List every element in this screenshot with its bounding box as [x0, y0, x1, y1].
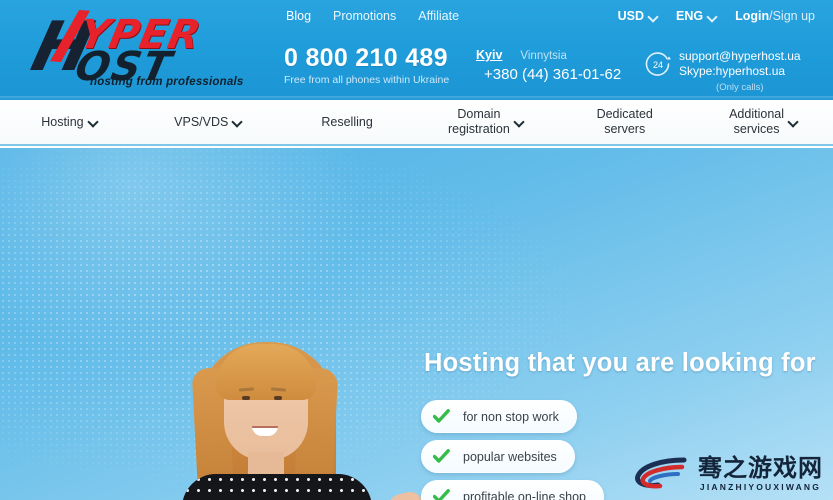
chevron-down-icon [515, 118, 524, 127]
nav-item-label: Additional services [729, 107, 784, 136]
nav-item-label: VPS/VDS [174, 114, 229, 129]
primary-navigation: Hosting VPS/VDS Reselling Domain registr… [0, 100, 833, 146]
toll-free-note: Free from all phones within Ukraine [284, 74, 450, 86]
person-dress-polkadots [182, 474, 372, 500]
check-icon [433, 409, 450, 423]
language-value: ENG [676, 9, 704, 23]
nav-item-additional-services[interactable]: Additional services [694, 107, 833, 137]
check-icon [433, 489, 450, 500]
person-eye-right [274, 396, 282, 400]
currency-value: USD [617, 9, 644, 23]
topnav-item-blog[interactable]: Blog [286, 9, 311, 23]
nav-item-label: Hosting [41, 114, 84, 129]
city-phone-block: Kyiv Vinnytsia +380 (44) 361-01-62 [476, 48, 621, 83]
top-right-controls: USD ENG Login/Sign up [618, 9, 815, 23]
currency-selector[interactable]: USD [618, 9, 658, 23]
nav-item-hosting[interactable]: Hosting [0, 115, 139, 130]
nav-item-vps-vds[interactable]: VPS/VDS [139, 115, 278, 130]
nav-item-label: Reselling [321, 114, 373, 129]
feature-pill: popular websites [421, 440, 575, 473]
check-icon [433, 449, 450, 463]
hero-banner: Hosting that you are looking for for non… [0, 148, 833, 500]
watermark: 骞之游戏网 JIANZHIYOUXIWANG [632, 454, 823, 492]
hero-person-image [160, 338, 455, 500]
toll-free-number[interactable]: 0 800 210 489 [284, 44, 449, 72]
auth-links[interactable]: Login/Sign up [735, 9, 815, 23]
topnav-item-promotions[interactable]: Promotions [333, 9, 396, 23]
watermark-chinese-text: 骞之游戏网 [698, 453, 823, 482]
feature-pill: profitable on-line shop [421, 480, 604, 500]
site-logo[interactable]: H YPER OST hosting from professionals [24, 8, 253, 94]
city-tab-kyiv[interactable]: Kyiv [476, 48, 502, 62]
watermark-latin-text: JIANZHIYOUXIWANG [699, 481, 822, 492]
person-eye-left [242, 396, 250, 400]
chevron-down-icon [649, 12, 658, 21]
login-link[interactable]: Login [735, 9, 769, 23]
support-lines: support@hyperhost.ua Skype:hyperhost.ua … [679, 49, 801, 95]
site-header: H YPER OST hosting from professionals Bl… [0, 0, 833, 100]
city-tab-vinnytsia[interactable]: Vinnytsia [520, 50, 566, 62]
toll-free-phone-block: 0 800 210 489 Free from all phones withi… [284, 44, 449, 86]
page-root: H YPER OST hosting from professionals Bl… [0, 0, 833, 500]
chevron-down-icon [708, 12, 717, 21]
feature-pill: for non stop work [421, 400, 577, 433]
top-utility-nav: Blog Promotions Affiliate [286, 9, 459, 23]
support-email[interactable]: support@hyperhost.ua [679, 49, 801, 64]
support-24h-icon: 24 [645, 52, 671, 76]
feature-label: for non stop work [463, 409, 559, 424]
chevron-down-icon [89, 118, 98, 127]
city-phone-number[interactable]: +380 (44) 361-01-62 [484, 66, 621, 83]
signup-link[interactable]: Sign up [773, 9, 815, 23]
nav-item-reselling[interactable]: Reselling [278, 115, 417, 130]
nav-item-label: Domain registration [447, 107, 510, 136]
support-skype-note: (Only calls) [716, 82, 764, 93]
hero-headline: Hosting that you are looking for [424, 349, 816, 377]
hero-glow-overlay [0, 148, 833, 500]
support-skype[interactable]: Skype:hyperhost.ua [679, 64, 801, 79]
hero-feature-1: for non stop work [421, 400, 577, 433]
city-tabs: Kyiv Vinnytsia [476, 48, 621, 62]
hero-feature-3: profitable on-line shop [421, 480, 604, 500]
nav-item-domain-registration[interactable]: Domain registration [416, 107, 555, 137]
language-selector[interactable]: ENG [676, 9, 717, 23]
nav-item-label: Dedicated servers [596, 107, 653, 136]
nav-item-dedicated-servers[interactable]: Dedicated servers [555, 107, 694, 137]
chevron-down-icon [233, 118, 242, 127]
logo-tagline: hosting from professionals [90, 76, 244, 88]
svg-text:24: 24 [653, 60, 663, 70]
support-contact-block: 24 support@hyperhost.ua Skype:hyperhost.… [645, 49, 801, 95]
chevron-down-icon [789, 118, 798, 127]
hero-feature-2: popular websites [421, 440, 575, 473]
watermark-text-group: 骞之游戏网 JIANZHIYOUXIWANG [698, 455, 823, 492]
feature-label: popular websites [463, 449, 557, 464]
topnav-item-affiliate[interactable]: Affiliate [418, 9, 459, 23]
feature-label: profitable on-line shop [463, 489, 586, 500]
watermark-swoosh-icon [635, 457, 687, 489]
